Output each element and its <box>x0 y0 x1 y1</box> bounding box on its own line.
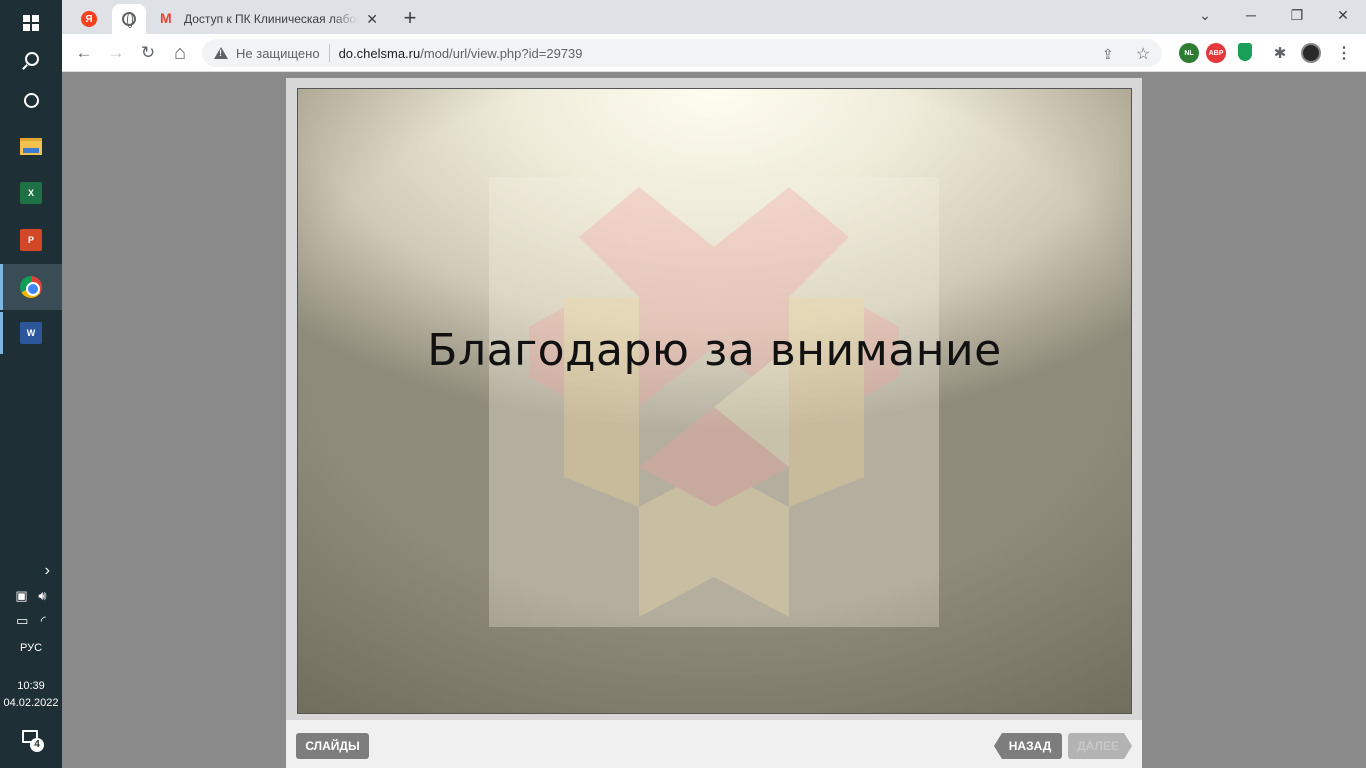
omnibox-separator <box>328 44 330 62</box>
windows-logo-icon <box>23 15 39 31</box>
player-controls: СЛАЙДЫ НАЗАД ДАЛЕЕ <box>286 720 1142 768</box>
volume-icon[interactable]: 🔊︎ <box>38 588 46 604</box>
presentation-player: Благодарю за внимание СЛАЙДЫ НАЗАД ДАЛЕЕ <box>286 78 1142 768</box>
chrome-taskbar-button[interactable] <box>0 264 62 310</box>
cortana-button[interactable] <box>0 77 62 123</box>
action-center-button[interactable]: 4 <box>22 730 44 752</box>
slide-canvas: Благодарю за внимание <box>297 88 1132 714</box>
yandex-icon: Я <box>81 11 97 27</box>
powerpoint-button[interactable]: P <box>0 217 62 263</box>
reload-button[interactable]: ↻ <box>134 39 162 67</box>
adblock-plus-icon[interactable]: ABP <box>1206 43 1226 63</box>
close-window-button[interactable]: ✕ <box>1320 0 1366 30</box>
globe-icon <box>122 12 136 28</box>
new-tab-button[interactable]: + <box>398 5 422 30</box>
gmail-icon <box>160 10 176 26</box>
restore-button[interactable]: ❐ <box>1274 0 1320 30</box>
address-bar[interactable]: Не защищено do.chelsma.ru/mod/url/view.p… <box>202 39 1162 67</box>
powerpoint-icon: P <box>20 229 42 251</box>
show-hidden-icons-chevron[interactable]: › <box>0 562 62 580</box>
security-label[interactable]: Не защищено <box>236 46 320 61</box>
battery-icon[interactable]: ▭ <box>16 613 28 629</box>
cortana-icon <box>23 92 39 108</box>
back-button[interactable]: ← <box>70 39 98 67</box>
tray-row-2: ▭ ◜ <box>0 613 62 629</box>
language-indicator[interactable]: РУС <box>0 642 62 654</box>
warning-icon <box>214 47 228 59</box>
tab-title: Доступ к ПК Клиническая лабор <box>184 12 359 26</box>
clock-date[interactable]: 04.02.2022 <box>0 697 62 709</box>
folder-icon <box>20 137 42 155</box>
slide-title: Благодарю за внимание <box>427 325 1002 376</box>
url-path: /mod/url/view.php?id=29739 <box>420 45 583 61</box>
chrome-menu-icon[interactable]: ⋮ <box>1330 39 1358 67</box>
next-slide-button[interactable]: ДАЛЕЕ <box>1068 733 1132 759</box>
nl-extension-icon[interactable]: NL <box>1179 43 1199 63</box>
slides-button[interactable]: СЛАЙДЫ <box>296 733 369 759</box>
meet-now-icon[interactable]: ▣ <box>15 588 27 604</box>
pinned-tab-globe[interactable] <box>112 4 146 34</box>
excel-icon: X <box>20 182 42 204</box>
word-button[interactable]: W <box>0 310 62 356</box>
shield-extension-icon[interactable] <box>1238 43 1252 61</box>
page-scrollbar[interactable] <box>1351 72 1366 768</box>
forward-button[interactable]: → <box>102 39 130 67</box>
bookmark-star-icon[interactable]: ☆ <box>1136 44 1150 64</box>
wifi-icon[interactable]: ◜ <box>41 613 46 629</box>
excel-button[interactable]: X <box>0 170 62 216</box>
chrome-window: Я Доступ к ПК Клиническая лабор ✕ + ⌄ ─ … <box>62 0 1366 768</box>
file-explorer-button[interactable] <box>0 123 62 169</box>
word-icon: W <box>20 322 42 344</box>
slide-vignette <box>298 89 1131 713</box>
tray-row-1: ▣ 🔊︎ <box>0 588 62 604</box>
search-icon <box>25 52 39 66</box>
tab-search-button[interactable]: ⌄ <box>1182 0 1228 30</box>
notification-count-badge: 4 <box>30 738 44 752</box>
tab-close-icon[interactable]: ✕ <box>366 11 378 28</box>
profile-avatar[interactable] <box>1301 43 1321 63</box>
tab-strip: Я Доступ к ПК Клиническая лабор ✕ + ⌄ ─ … <box>62 0 1366 34</box>
chrome-icon <box>20 276 42 298</box>
home-button[interactable]: ⌂ <box>166 39 194 67</box>
page-content: Благодарю за внимание СЛАЙДЫ НАЗАД ДАЛЕЕ <box>62 72 1366 768</box>
extensions-puzzle-icon[interactable]: ✱ <box>1266 39 1294 67</box>
clock-time[interactable]: 10:39 <box>0 680 62 692</box>
share-icon[interactable]: ⇪ <box>1102 46 1114 63</box>
windows-taskbar: X P W › ▣ 🔊︎ ▭ ◜ РУС 10:39 04.02.2022 4 <box>0 0 62 768</box>
pinned-tab-yandex[interactable]: Я <box>72 4 106 34</box>
browser-toolbar: ← → ↻ ⌂ Не защищено do.chelsma.ru/mod/ur… <box>62 34 1366 72</box>
url-host: do.chelsma.ru <box>338 45 421 61</box>
minimize-button[interactable]: ─ <box>1228 0 1274 30</box>
back-slide-button[interactable]: НАЗАД <box>994 733 1062 759</box>
tab-active[interactable]: Доступ к ПК Клиническая лабор ✕ <box>150 4 388 34</box>
